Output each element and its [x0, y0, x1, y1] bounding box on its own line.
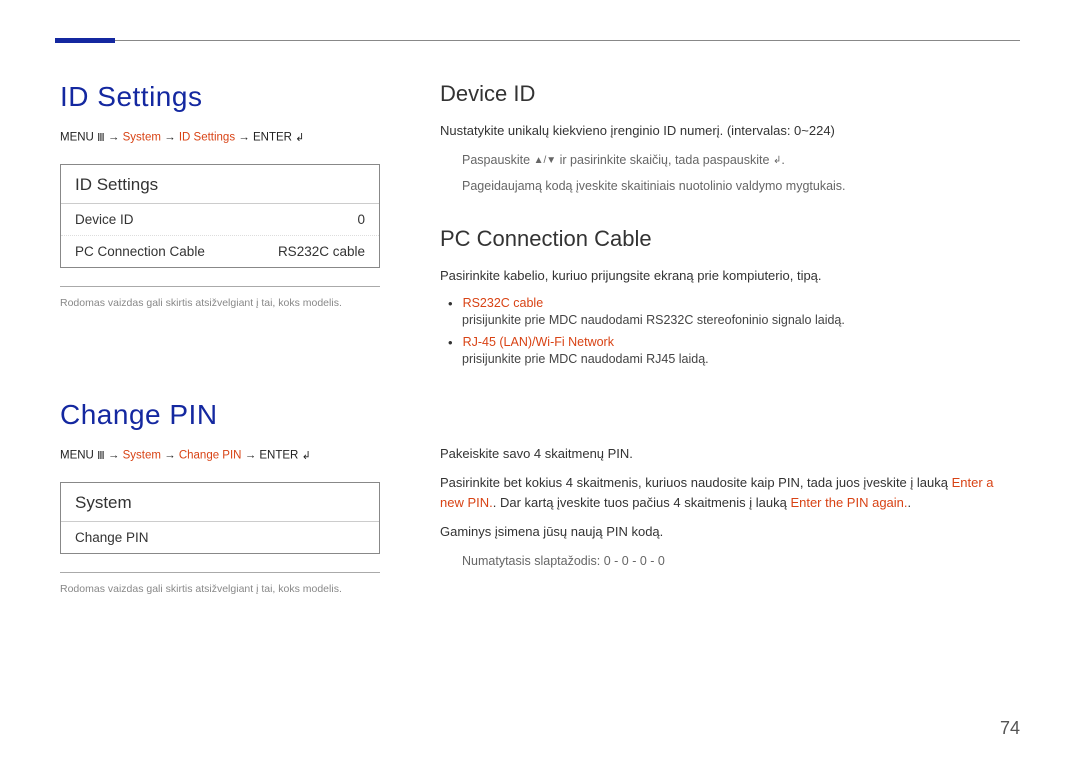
pc-connection-value: RS232C cable — [278, 244, 365, 259]
bc-system: System — [123, 450, 161, 462]
bc-id-settings: ID Settings — [179, 132, 235, 144]
rj45-text: prisijunkite prie MDC naudodami RJ45 lai… — [462, 352, 1020, 366]
enter-icon: ↲ — [302, 449, 311, 462]
change-pin-row[interactable]: Change PIN — [61, 522, 379, 553]
pc-connection-body: Pasirinkite kabelio, kuriuo prijungsite … — [440, 266, 1020, 286]
rj45-label: RJ-45 (LAN)/Wi-Fi Network — [463, 335, 614, 349]
id-settings-heading: ID Settings — [60, 81, 380, 113]
device-id-sub1: Paspauskite ▲/▼ ir pasirinkite skaičių, … — [462, 151, 1020, 170]
arrow-icon: → — [164, 450, 176, 462]
system-panel: System Change PIN — [60, 482, 380, 554]
device-id-label: Device ID — [75, 212, 134, 227]
caption-text: Rodomas vaizdas gali skirtis atsižvelgia… — [60, 583, 380, 595]
bullet-icon: • — [448, 296, 453, 311]
device-id-row[interactable]: Device ID 0 — [61, 204, 379, 236]
arrow-icon: → — [164, 132, 176, 144]
bullet-rs232c: • RS232C cable — [448, 296, 1020, 311]
divider — [60, 572, 380, 573]
rs232c-text: prisijunkite prie MDC naudodami RS232C s… — [462, 313, 1020, 327]
pc-connection-heading: PC Connection Cable — [440, 226, 1020, 252]
change-pin-p3: Gaminys įsimena jūsų naują PIN kodą. — [440, 522, 1020, 542]
change-pin-p1: Pakeiskite savo 4 skaitmenų PIN. — [440, 444, 1020, 464]
arrow-icon: → — [108, 450, 120, 462]
bc-system: System — [123, 132, 161, 144]
device-id-body: Nustatykite unikalų kiekvieno įrenginio … — [440, 121, 1020, 141]
up-down-icon: ▲/▼ — [534, 153, 557, 168]
rs232c-label: RS232C cable — [463, 296, 544, 310]
bc-menu: MENU — [60, 132, 94, 144]
enter-pin-again-label: Enter the PIN again. — [790, 495, 907, 510]
menu-icon: Ⅲ — [97, 131, 105, 144]
arrow-icon: → — [108, 132, 120, 144]
panel-title: System — [61, 483, 379, 522]
arrow-icon: → — [238, 132, 250, 144]
bc-menu: MENU — [60, 450, 94, 462]
bullet-icon: • — [448, 335, 453, 350]
page-number: 74 — [1000, 718, 1020, 739]
default-password: Numatytasis slaptažodis: 0 - 0 - 0 - 0 — [462, 552, 1020, 571]
bc-enter: ENTER — [259, 450, 298, 462]
bullet-rj45: • RJ-45 (LAN)/Wi-Fi Network — [448, 335, 1020, 350]
panel-title: ID Settings — [61, 165, 379, 204]
bc-enter: ENTER — [253, 132, 292, 144]
device-id-value: 0 — [357, 212, 365, 227]
device-id-heading: Device ID — [440, 81, 1020, 107]
change-pin-p2: Pasirinkite bet kokius 4 skaitmenis, kur… — [440, 473, 1020, 512]
device-id-sub2: Pageidaujamą kodą įveskite skaitiniais n… — [462, 177, 1020, 196]
id-settings-panel: ID Settings Device ID 0 PC Connection Ca… — [60, 164, 380, 268]
arrow-icon: → — [245, 450, 257, 462]
header-rule — [60, 40, 1020, 41]
pc-connection-label: PC Connection Cable — [75, 244, 205, 259]
divider — [60, 286, 380, 287]
enter-icon: ↲ — [295, 131, 304, 144]
breadcrumb-change-pin: MENU Ⅲ → System → Change PIN → ENTER ↲ — [60, 449, 380, 462]
pc-connection-row[interactable]: PC Connection Cable RS232C cable — [61, 236, 379, 267]
change-pin-heading: Change PIN — [60, 399, 380, 431]
change-pin-label: Change PIN — [75, 530, 149, 545]
breadcrumb-id-settings: MENU Ⅲ → System → ID Settings → ENTER ↲ — [60, 131, 380, 144]
bc-change-pin: Change PIN — [179, 450, 242, 462]
menu-icon: Ⅲ — [97, 449, 105, 462]
caption-text: Rodomas vaizdas gali skirtis atsižvelgia… — [60, 297, 380, 309]
